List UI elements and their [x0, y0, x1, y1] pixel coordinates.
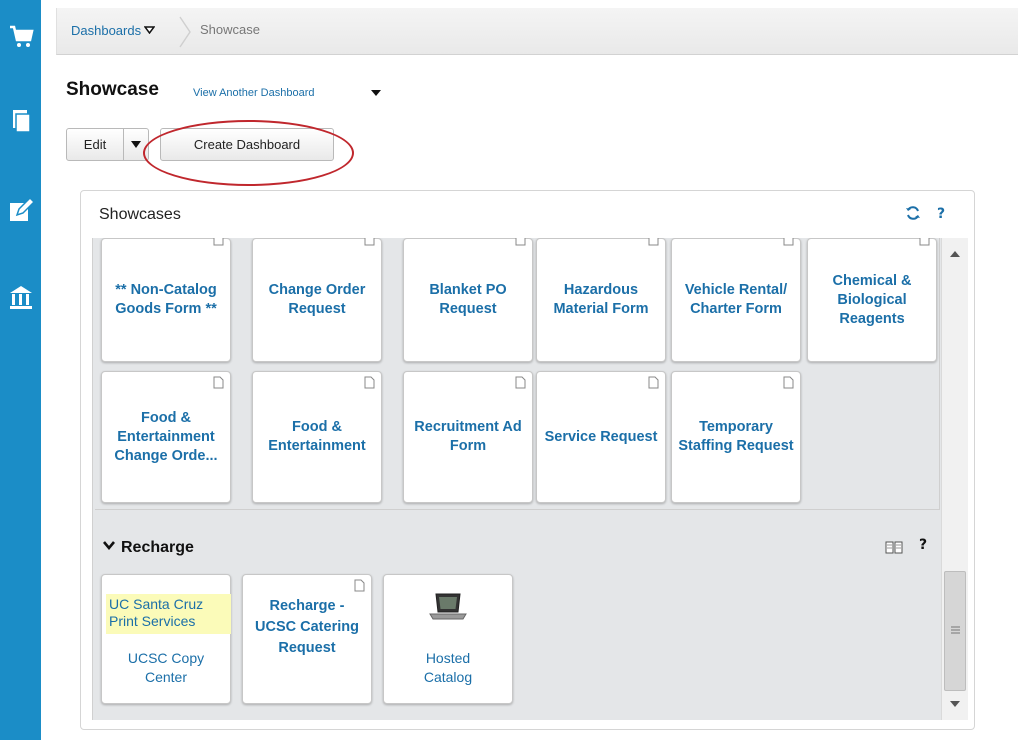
- scroll-down-icon[interactable]: [950, 700, 960, 708]
- document-icon: [515, 376, 526, 389]
- document-icon: [354, 579, 365, 592]
- recharge-tile[interactable]: Recharge - UCSC Catering Request: [242, 574, 372, 704]
- showcase-scroll-area[interactable]: ** Non-Catalog Goods Form ** Change Orde…: [92, 238, 968, 720]
- vertical-scrollbar[interactable]: [941, 238, 968, 720]
- showcase-tile[interactable]: Change Order Request: [252, 238, 382, 362]
- breadcrumb: Dashboards Showcase: [56, 8, 1018, 55]
- recharge-heading[interactable]: Recharge: [103, 537, 194, 557]
- bank-icon[interactable]: [7, 283, 35, 311]
- showcase-tile[interactable]: Vehicle Rental/ Charter Form: [671, 238, 801, 362]
- showcase-tile[interactable]: Recruitment Ad Form: [403, 371, 533, 503]
- recharge-tile[interactable]: Hosted Catalog: [383, 574, 513, 704]
- tile-caption: Recharge - UCSC Catering Request: [255, 598, 359, 656]
- panel-help-button[interactable]: ?: [937, 206, 945, 222]
- showcase-tile[interactable]: Temporary Staffing Request: [671, 371, 801, 503]
- edit-dropdown-button[interactable]: [123, 128, 149, 161]
- document-icon: [213, 376, 224, 389]
- book-icon[interactable]: [885, 540, 903, 554]
- showcase-tile[interactable]: Chemical & Biological Reagents: [807, 238, 937, 362]
- cart-icon[interactable]: [7, 22, 35, 50]
- caret-down-icon: [131, 141, 141, 148]
- document-icon: [364, 376, 375, 389]
- document-icon: [783, 376, 794, 389]
- scroll-up-icon[interactable]: [950, 250, 960, 258]
- document-icon: [648, 238, 659, 246]
- document-icon: [783, 238, 794, 246]
- create-dashboard-button[interactable]: Create Dashboard: [160, 128, 334, 161]
- grip-icon: [951, 626, 960, 634]
- document-icon: [364, 238, 375, 246]
- tile-caption: UCSC Copy Center: [127, 650, 205, 685]
- scrollbar-thumb[interactable]: [944, 571, 966, 691]
- edit-button[interactable]: Edit: [66, 128, 124, 161]
- showcase-tile[interactable]: ** Non-Catalog Goods Form **: [101, 238, 231, 362]
- refresh-icon[interactable]: [905, 205, 921, 221]
- vendor-badge: UC Santa Cruz Print Services: [106, 594, 231, 634]
- tile-caption: Hosted Catalog: [423, 650, 473, 685]
- documents-icon[interactable]: [7, 107, 35, 135]
- showcase-tile[interactable]: Blanket PO Request: [403, 238, 533, 362]
- caret-down-icon[interactable]: [370, 89, 382, 97]
- chevron-down-icon: [143, 22, 156, 37]
- chevron-down-icon: [103, 537, 115, 555]
- document-icon: [919, 238, 930, 246]
- showcase-tile[interactable]: Food & Entertainment: [252, 371, 382, 503]
- showcase-tile[interactable]: Hazardous Material Form: [536, 238, 666, 362]
- document-icon: [648, 376, 659, 389]
- recharge-group: Recharge ? UC Santa Cruz Print Services …: [95, 521, 940, 720]
- recharge-tile[interactable]: UC Santa Cruz Print Services UCSC Copy C…: [101, 574, 231, 704]
- showcase-tile[interactable]: Food & Entertainment Change Orde...: [101, 371, 231, 503]
- page-title: Showcase: [66, 79, 159, 100]
- breadcrumb-dashboards-link[interactable]: Dashboards: [71, 22, 156, 38]
- edit-icon[interactable]: [7, 196, 35, 224]
- laptop-icon: [429, 593, 467, 620]
- view-another-dashboard-link[interactable]: View Another Dashboard: [193, 87, 315, 99]
- panel-title: Showcases: [99, 206, 181, 223]
- breadcrumb-separator: [179, 16, 191, 48]
- left-nav-rail: [0, 0, 41, 740]
- showcase-group: ** Non-Catalog Goods Form ** Change Orde…: [95, 238, 940, 510]
- breadcrumb-current: Showcase: [200, 22, 260, 37]
- recharge-help-button[interactable]: ?: [919, 537, 927, 553]
- document-icon: [213, 238, 224, 246]
- document-icon: [515, 238, 526, 246]
- showcase-tile[interactable]: Service Request: [536, 371, 666, 503]
